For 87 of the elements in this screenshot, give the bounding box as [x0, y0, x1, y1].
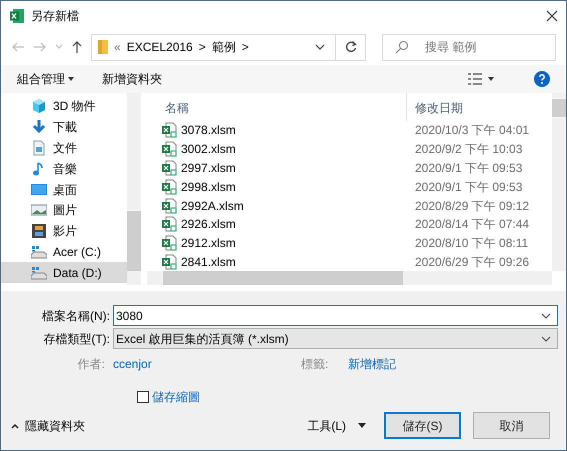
- refresh-icon: [344, 41, 356, 53]
- scrollbar[interactable]: [127, 93, 141, 285]
- field-label: 標籤:: [301, 356, 330, 373]
- author-link[interactable]: ccenjor: [113, 355, 301, 373]
- help-icon[interactable]: [534, 71, 550, 87]
- excel-file-icon: [161, 216, 177, 232]
- breadcrumb-separator[interactable]: >: [198, 38, 206, 56]
- add-tag-link[interactable]: 新增標記: [348, 355, 396, 373]
- excel-logo-icon: [9, 8, 25, 24]
- view-menu[interactable]: [468, 73, 494, 85]
- modified-date: 2020/9/2 下午 10:03: [414, 141, 522, 158]
- checkbox-label[interactable]: 儲存縮圖: [152, 388, 200, 406]
- sidebar-item[interactable]: 音樂: [1, 158, 127, 180]
- file-name[interactable]: 2912.xlsm: [181, 234, 236, 252]
- modified-date: 2020/8/14 下午 07:44: [414, 216, 530, 234]
- chevron-up-icon: [11, 422, 19, 428]
- drive-icon: [31, 244, 47, 260]
- caret-icon: [488, 77, 494, 81]
- up-arrow-icon[interactable]: [71, 40, 83, 54]
- cancel-button[interactable]: 取消: [473, 412, 550, 439]
- sidebar-item[interactable]: 下載: [1, 116, 127, 138]
- file-name[interactable]: 2998.xlsm: [181, 178, 236, 196]
- chevron-down-icon[interactable]: [541, 336, 551, 342]
- scroll-thumb[interactable]: [127, 211, 141, 271]
- excel-file-icon: [161, 254, 177, 270]
- close-icon[interactable]: [546, 10, 558, 22]
- search-icon: [395, 40, 409, 54]
- breadcrumb-item[interactable]: EXCEL2016: [126, 38, 193, 56]
- file-name[interactable]: 2992A.xlsm: [181, 196, 244, 215]
- document-icon: [31, 140, 47, 156]
- picture-icon: [31, 202, 47, 218]
- modified-date: 2020/6/29 下午 09:26: [414, 254, 530, 271]
- sidebar-item[interactable]: Data (D:): [1, 262, 127, 284]
- search-field[interactable]: 搜尋 範例: [382, 34, 556, 60]
- sidebar-item[interactable]: 3D 物件: [1, 96, 127, 117]
- tools-menu[interactable]: 工具(L): [307, 416, 366, 434]
- modified-date: 2020/8/10 下午 08:11: [414, 235, 528, 252]
- column-header[interactable]: 修改日期: [407, 93, 463, 121]
- cube-icon: [31, 98, 47, 114]
- scroll-thumb[interactable]: [163, 271, 403, 286]
- excel-file-icon: [161, 178, 177, 195]
- scroll-thumb[interactable]: [552, 99, 566, 117]
- file-name[interactable]: 2841.xlsm: [181, 252, 236, 271]
- sidebar-item[interactable]: 影片: [1, 220, 127, 242]
- modified-date: 2020/9/1 下午 09:53: [414, 160, 522, 177]
- caret-icon: [358, 423, 366, 428]
- field-label: 存檔類型(T):: [42, 330, 111, 348]
- column-header[interactable]: 名稱: [147, 93, 407, 121]
- modified-date: 2020/8/29 下午 09:12: [414, 198, 530, 215]
- drive-icon: [31, 264, 47, 281]
- window-title: 另存新檔: [31, 8, 79, 25]
- save-button[interactable]: 儲存(S): [384, 412, 461, 439]
- scrollbar[interactable]: [552, 93, 566, 272]
- breadcrumb-separator[interactable]: >: [242, 38, 249, 56]
- excel-file-icon: [161, 235, 177, 252]
- chevron-down-icon[interactable]: [315, 44, 325, 50]
- excel-file-icon: [161, 198, 177, 214]
- excel-file-icon: [161, 141, 177, 158]
- download-arrow-icon: [31, 119, 47, 136]
- chevron-down-icon[interactable]: [541, 312, 551, 318]
- file-type-dropdown[interactable]: Excel 啟用巨集的活頁簿 (*.xlsm): [113, 328, 558, 349]
- field-label: 檔案名稱(N):: [41, 308, 111, 324]
- excel-file-icon: [161, 160, 177, 176]
- checkbox[interactable]: [137, 391, 149, 403]
- field-label: 作者:: [76, 356, 106, 373]
- hide-folders-toggle[interactable]: 隱藏資料夾: [11, 416, 85, 434]
- caret-icon: [68, 77, 74, 81]
- organize-menu[interactable]: 組合管理: [17, 70, 74, 88]
- sidebar-item[interactable]: 圖片: [1, 200, 127, 221]
- path-overflow[interactable]: «: [114, 38, 121, 56]
- desktop-icon: [31, 182, 47, 198]
- sidebar-item[interactable]: Acer (C:): [1, 242, 127, 262]
- file-name[interactable]: 2926.xlsm: [181, 215, 236, 234]
- sidebar-item[interactable]: 桌面: [1, 179, 127, 200]
- new-folder-button[interactable]: 新增資料夾: [102, 70, 162, 88]
- scrollbar[interactable]: [147, 271, 552, 286]
- modified-date: 2020/10/3 下午 04:01: [414, 122, 530, 140]
- file-name[interactable]: 3078.xlsm: [181, 121, 236, 140]
- modified-date: 2020/9/1 下午 09:53: [414, 178, 522, 196]
- view-list-icon: [468, 73, 482, 85]
- sidebar-item[interactable]: 文件: [1, 138, 127, 158]
- folder-icon: [98, 39, 108, 55]
- film-icon: [31, 223, 47, 240]
- excel-file-icon: [161, 122, 177, 138]
- file-name[interactable]: 3002.xlsm: [181, 140, 236, 158]
- file-name[interactable]: 2997.xlsm: [181, 158, 236, 177]
- breadcrumb-item[interactable]: 範例: [212, 38, 236, 56]
